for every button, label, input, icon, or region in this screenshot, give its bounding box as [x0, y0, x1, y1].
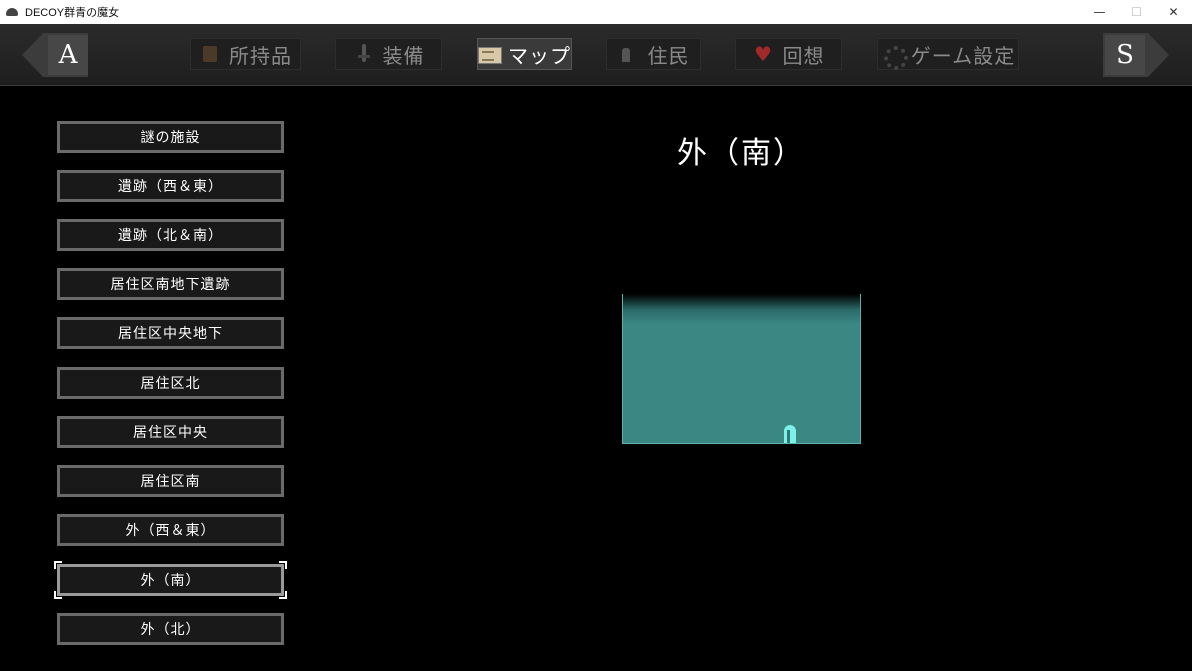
map-icon: [478, 43, 502, 65]
maximize-button[interactable]: ☐: [1118, 0, 1155, 24]
menu-bar: A 所持品 装備 マップ 住民 ♥ 回想 ゲーム設定 S: [0, 24, 1192, 86]
location-item[interactable]: 居住区南地下遺跡: [57, 268, 284, 300]
map-title: 外（南）: [677, 136, 805, 171]
next-key-label: S: [1105, 35, 1145, 75]
next-tab-button[interactable]: S: [1103, 33, 1169, 77]
prev-tab-button[interactable]: A: [22, 33, 88, 77]
sword-icon: [353, 43, 375, 65]
tab-label: 回想: [782, 43, 825, 68]
location-item[interactable]: 居住区中央: [57, 416, 284, 448]
location-item[interactable]: 遺跡（西＆東）: [57, 170, 284, 202]
prev-key-label: A: [48, 35, 88, 75]
location-item[interactable]: 謎の施設: [57, 121, 284, 153]
location-item[interactable]: 外（北）: [57, 613, 284, 645]
tab-label: マップ: [508, 43, 571, 68]
window-title: DECOY群青の魔女: [25, 7, 120, 19]
location-item[interactable]: 遺跡（北＆南）: [57, 219, 284, 251]
tab-equipment[interactable]: 装備: [335, 38, 442, 70]
location-item[interactable]: 外（西＆東）: [57, 514, 284, 546]
tab-inventory[interactable]: 所持品: [190, 38, 301, 70]
person-icon: [618, 43, 640, 65]
location-item-selected[interactable]: 外（南）: [57, 564, 284, 596]
window-title-bar: DECOY群青の魔女 — ☐ ✕: [0, 0, 1192, 24]
tab-label: ゲーム設定: [910, 43, 1016, 68]
location-item[interactable]: 居住区北: [57, 367, 284, 399]
window-controls: — ☐ ✕: [1081, 0, 1192, 24]
location-item[interactable]: 居住区南: [57, 465, 284, 497]
tab-recollection[interactable]: ♥ 回想: [735, 38, 842, 70]
tab-game-settings[interactable]: ゲーム設定: [877, 38, 1019, 70]
minimize-button[interactable]: —: [1081, 0, 1118, 24]
tab-residents[interactable]: 住民: [606, 38, 701, 70]
close-button[interactable]: ✕: [1155, 0, 1192, 24]
map-area: [622, 294, 861, 444]
heart-icon: ♥: [754, 42, 773, 66]
player-marker-icon: [784, 425, 796, 443]
app-icon: [6, 7, 20, 17]
location-item[interactable]: 居住区中央地下: [57, 317, 284, 349]
gear-icon: [881, 43, 908, 70]
tab-map[interactable]: マップ: [477, 38, 572, 70]
bag-icon: [199, 43, 221, 65]
tab-label: 装備: [382, 43, 425, 68]
tab-label: 所持品: [229, 43, 292, 68]
tab-label: 住民: [647, 43, 690, 68]
